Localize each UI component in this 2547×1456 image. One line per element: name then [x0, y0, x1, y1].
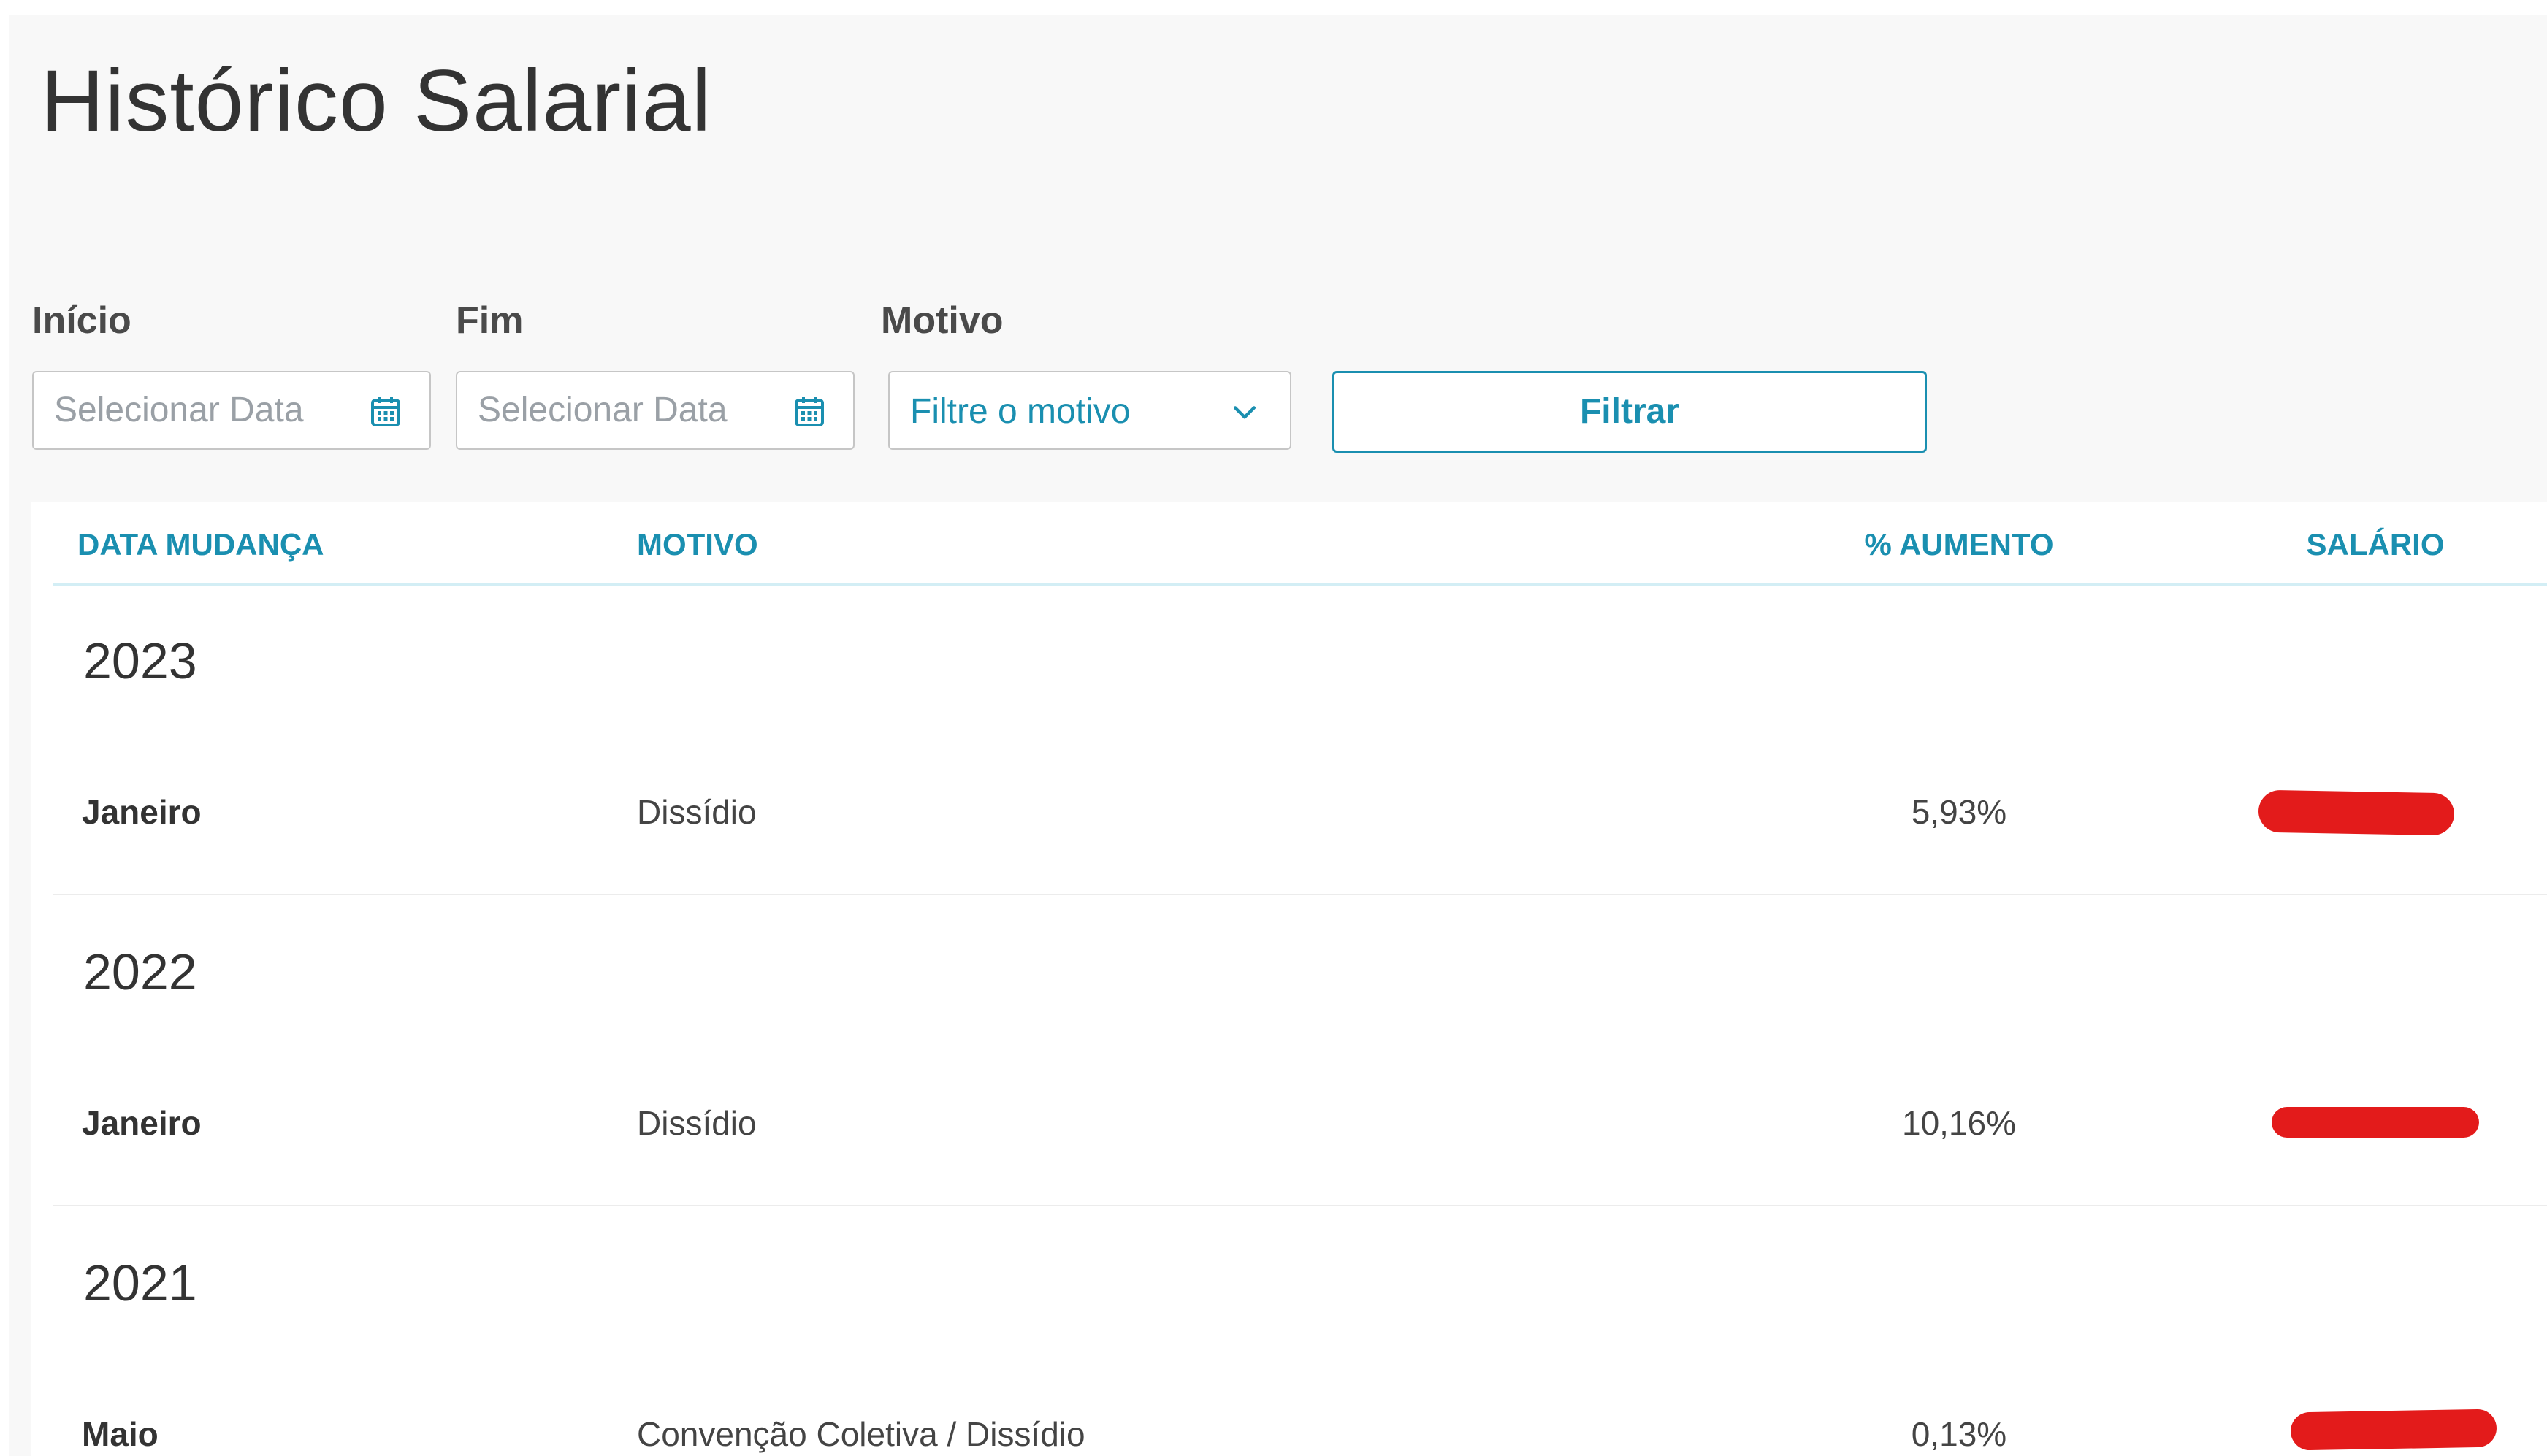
- end-date-label: Fim: [456, 299, 524, 342]
- row-reason: Convenção Coletiva / Dissídio: [637, 1415, 1085, 1453]
- start-date-label: Início: [32, 299, 131, 342]
- row-salary: [2244, 789, 2507, 836]
- salary-redaction-mark: [2290, 1409, 2497, 1451]
- row-increase: 10,16%: [1901, 1104, 2016, 1142]
- reason-select-value: Filtre o motivo: [910, 392, 1131, 431]
- row-reason: Dissídio: [637, 1104, 757, 1142]
- salary-history-table: DATA MUDANÇA MOTIVO % AUMENTO SALÁRIO 20…: [31, 502, 2547, 1456]
- year-heading: 2021: [83, 1254, 197, 1311]
- year-heading: 2023: [83, 632, 197, 689]
- row-increase: 5,93%: [1911, 793, 2007, 831]
- row-salary: [2244, 1100, 2507, 1146]
- row-month: Maio: [82, 1415, 159, 1453]
- row-increase: 0,13%: [1911, 1415, 2007, 1453]
- row-month: Janeiro: [82, 793, 202, 831]
- column-header-reason[interactable]: MOTIVO: [637, 523, 758, 567]
- row-reason: Dissídio: [637, 793, 757, 831]
- salary-redaction-mark: [2272, 1107, 2479, 1138]
- calendar-icon[interactable]: [368, 394, 403, 429]
- row-salary: [2244, 1409, 2507, 1456]
- reason-select[interactable]: Filtre o motivo: [888, 371, 1291, 450]
- header-divider: [53, 583, 2547, 586]
- column-header-salary[interactable]: SALÁRIO: [2244, 523, 2507, 567]
- column-header-increase[interactable]: % AUMENTO: [1828, 523, 2090, 567]
- reason-label: Motivo: [881, 299, 1004, 342]
- salary-history-page: Histórico Salarial Início Fim Motivo Sel…: [0, 0, 2547, 1456]
- filter-button[interactable]: Filtrar: [1332, 371, 1927, 453]
- salary-redaction-mark: [2258, 789, 2455, 836]
- chevron-down-icon: [1233, 406, 1256, 419]
- start-date-placeholder: Selecionar Data: [54, 391, 304, 429]
- page-title: Histórico Salarial: [41, 52, 712, 150]
- row-divider: [53, 1205, 2547, 1206]
- start-date-field[interactable]: Selecionar Data: [32, 371, 431, 450]
- end-date-placeholder: Selecionar Data: [478, 391, 728, 429]
- year-heading: 2022: [83, 943, 197, 1000]
- calendar-icon[interactable]: [792, 394, 827, 429]
- column-header-date[interactable]: DATA MUDANÇA: [77, 523, 324, 567]
- row-divider: [53, 894, 2547, 895]
- row-month: Janeiro: [82, 1104, 202, 1142]
- end-date-field[interactable]: Selecionar Data: [456, 371, 855, 450]
